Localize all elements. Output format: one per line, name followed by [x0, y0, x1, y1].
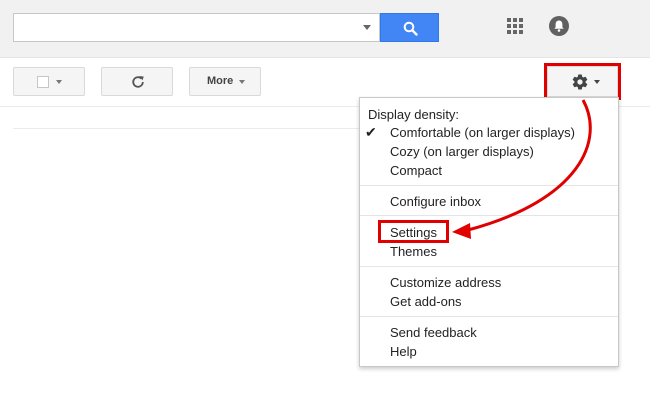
settings-highlight-box: [378, 220, 449, 243]
menu-item-themes[interactable]: Themes: [390, 244, 437, 259]
search-options-dropdown-icon[interactable]: [363, 25, 371, 30]
search-input[interactable]: [13, 13, 380, 42]
select-chevron-down-icon: [56, 80, 62, 84]
menu-item-customize-address[interactable]: Customize address: [390, 275, 501, 290]
menu-item-send-feedback[interactable]: Send feedback: [390, 325, 477, 340]
notifications-button[interactable]: [549, 16, 569, 36]
notifications-icon: [554, 20, 564, 32]
checkbox-icon[interactable]: [37, 76, 49, 88]
search-icon: [403, 21, 418, 36]
menu-item-comfortable[interactable]: Comfortable (on larger displays): [390, 125, 575, 140]
divider: [13, 128, 359, 129]
menu-separator: [360, 266, 618, 267]
more-button[interactable]: More: [189, 67, 261, 96]
menu-separator: [360, 185, 618, 186]
more-label: More: [207, 75, 234, 87]
refresh-icon: [132, 76, 144, 88]
more-chevron-down-icon: [239, 80, 245, 84]
menu-separator: [360, 215, 618, 216]
refresh-button[interactable]: [101, 67, 173, 96]
checkmark-icon: ✔: [365, 124, 377, 140]
menu-item-cozy[interactable]: Cozy (on larger displays): [390, 144, 534, 159]
menu-separator: [360, 316, 618, 317]
select-button[interactable]: [13, 67, 85, 96]
apps-icon[interactable]: [507, 18, 523, 34]
menu-item-get-addons[interactable]: Get add-ons: [390, 294, 462, 309]
menu-item-compact[interactable]: Compact: [390, 163, 442, 178]
display-density-header: Display density:: [368, 107, 460, 122]
search-button[interactable]: [380, 13, 439, 42]
menu-item-help[interactable]: Help: [390, 344, 417, 359]
top-bar: [0, 0, 650, 58]
menu-item-configure-inbox[interactable]: Configure inbox: [390, 194, 481, 209]
gear-highlight-box: [544, 63, 621, 100]
